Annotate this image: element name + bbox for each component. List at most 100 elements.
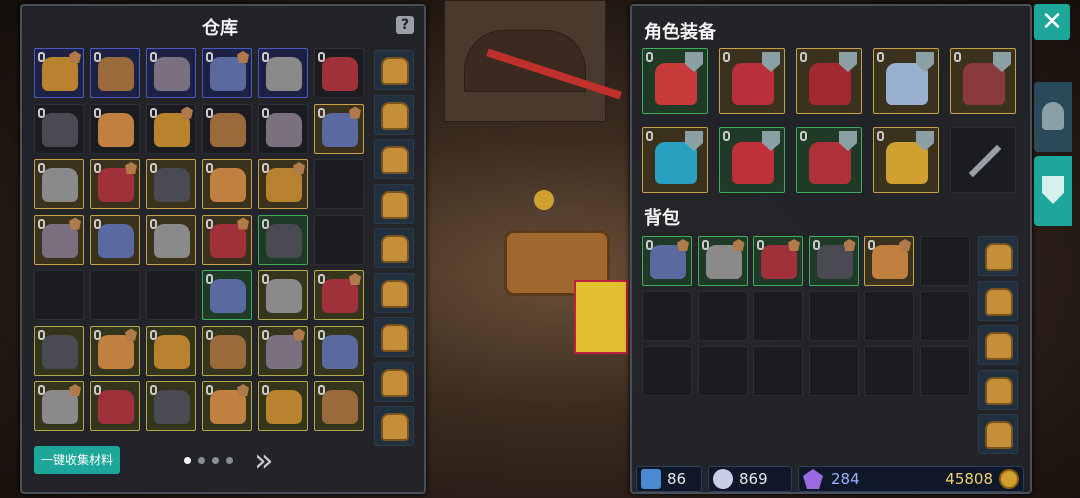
item-slot[interactable] bbox=[146, 214, 196, 265]
item-icon bbox=[42, 334, 78, 369]
equipment-slot[interactable] bbox=[796, 48, 862, 114]
item-slot[interactable] bbox=[90, 325, 140, 376]
item-slot[interactable] bbox=[34, 214, 84, 265]
item-slot[interactable] bbox=[314, 214, 364, 265]
item-slot[interactable] bbox=[258, 159, 308, 209]
item-slot[interactable] bbox=[258, 214, 308, 265]
page-dot-active[interactable] bbox=[184, 457, 191, 464]
storage-bag-slot[interactable] bbox=[374, 317, 414, 357]
item-slot[interactable] bbox=[642, 236, 692, 286]
equipment-slot[interactable] bbox=[873, 127, 939, 193]
item-slot[interactable] bbox=[808, 236, 859, 286]
item-slot[interactable] bbox=[919, 291, 970, 341]
item-slot[interactable] bbox=[697, 291, 748, 341]
item-slot[interactable] bbox=[90, 381, 140, 431]
equipment-slot[interactable] bbox=[950, 48, 1016, 114]
item-slot[interactable] bbox=[146, 159, 196, 209]
equipment-slot[interactable] bbox=[719, 48, 785, 114]
storage-bag-slot[interactable] bbox=[978, 325, 1018, 365]
tab-helmet[interactable] bbox=[1034, 82, 1072, 152]
item-slot[interactable] bbox=[314, 325, 364, 376]
item-slot[interactable] bbox=[864, 346, 914, 396]
item-slot[interactable] bbox=[146, 381, 196, 431]
storage-bag-slot[interactable] bbox=[374, 228, 414, 268]
equipment-slot[interactable] bbox=[642, 127, 708, 193]
item-slot[interactable] bbox=[146, 103, 196, 154]
storage-bag-slot[interactable] bbox=[374, 406, 414, 446]
equipment-slot[interactable] bbox=[796, 127, 862, 193]
item-slot[interactable] bbox=[202, 103, 252, 154]
storage-bag-slot[interactable] bbox=[374, 183, 414, 224]
item-slot[interactable] bbox=[90, 270, 140, 320]
storage-bag-slot[interactable] bbox=[978, 236, 1018, 276]
item-slot[interactable] bbox=[919, 346, 970, 396]
item-slot[interactable] bbox=[753, 346, 803, 396]
page-dot[interactable] bbox=[226, 457, 233, 464]
item-slot[interactable] bbox=[642, 291, 692, 341]
tab-armor[interactable] bbox=[1034, 156, 1072, 226]
equipment-slot[interactable] bbox=[873, 48, 939, 114]
item-slot[interactable] bbox=[202, 48, 252, 98]
item-slot[interactable] bbox=[864, 291, 914, 341]
item-slot[interactable] bbox=[864, 236, 914, 286]
item-slot[interactable] bbox=[90, 103, 140, 154]
equipment-slot[interactable] bbox=[719, 127, 785, 193]
page-dot[interactable] bbox=[212, 457, 219, 464]
lock-icon bbox=[94, 218, 101, 229]
item-slot[interactable] bbox=[314, 270, 364, 320]
double-chevron-right-icon[interactable]: » bbox=[254, 442, 274, 478]
item-icon bbox=[98, 390, 134, 424]
collect-materials-button[interactable]: 一键收集材料 bbox=[34, 446, 120, 474]
item-slot[interactable] bbox=[314, 103, 364, 154]
storage-bag-slot[interactable] bbox=[374, 361, 414, 402]
item-slot[interactable] bbox=[34, 381, 84, 431]
equipment-slot[interactable] bbox=[642, 48, 708, 114]
question-icon[interactable]: ? bbox=[396, 16, 414, 34]
item-slot[interactable] bbox=[34, 159, 84, 209]
item-slot[interactable] bbox=[314, 48, 364, 98]
item-slot[interactable] bbox=[202, 381, 252, 431]
item-slot[interactable] bbox=[146, 48, 196, 98]
item-slot[interactable] bbox=[34, 270, 84, 320]
storage-bag-slot[interactable] bbox=[374, 94, 414, 135]
item-slot[interactable] bbox=[314, 159, 364, 209]
item-slot[interactable] bbox=[202, 159, 252, 209]
item-slot[interactable] bbox=[753, 236, 803, 286]
weapon-slot[interactable] bbox=[950, 127, 1016, 193]
storage-bag-slot[interactable] bbox=[978, 414, 1018, 454]
item-slot[interactable] bbox=[258, 325, 308, 376]
item-slot[interactable] bbox=[202, 325, 252, 376]
item-slot[interactable] bbox=[258, 270, 308, 320]
item-slot[interactable] bbox=[808, 346, 859, 396]
item-slot[interactable] bbox=[90, 159, 140, 209]
page-dot[interactable] bbox=[198, 457, 205, 464]
item-slot[interactable] bbox=[697, 236, 748, 286]
item-slot[interactable] bbox=[90, 214, 140, 265]
item-slot[interactable] bbox=[697, 346, 748, 396]
item-slot[interactable] bbox=[808, 291, 859, 341]
equipment-title: 角色装备 bbox=[644, 18, 716, 44]
storage-bag-slot[interactable] bbox=[374, 139, 414, 179]
item-slot[interactable] bbox=[258, 48, 308, 98]
item-slot[interactable] bbox=[642, 346, 692, 396]
storage-bag-slot[interactable] bbox=[374, 272, 414, 313]
item-slot[interactable] bbox=[314, 381, 364, 431]
bag-icon bbox=[381, 413, 409, 441]
item-slot[interactable] bbox=[34, 325, 84, 376]
item-slot[interactable] bbox=[146, 325, 196, 376]
storage-bag-slot[interactable] bbox=[978, 369, 1018, 410]
bag-icon bbox=[985, 243, 1013, 271]
item-slot[interactable] bbox=[258, 103, 308, 154]
item-slot[interactable] bbox=[146, 270, 196, 320]
item-slot[interactable] bbox=[258, 381, 308, 431]
item-slot[interactable] bbox=[753, 291, 803, 341]
item-slot[interactable] bbox=[34, 103, 84, 154]
storage-bag-slot[interactable] bbox=[374, 50, 414, 90]
close-button[interactable]: ✕ bbox=[1034, 4, 1070, 40]
item-slot[interactable] bbox=[919, 236, 970, 286]
item-slot[interactable] bbox=[90, 48, 140, 98]
item-slot[interactable] bbox=[202, 214, 252, 265]
storage-bag-slot[interactable] bbox=[978, 280, 1018, 321]
item-slot[interactable] bbox=[34, 48, 84, 98]
item-slot[interactable] bbox=[202, 270, 252, 320]
